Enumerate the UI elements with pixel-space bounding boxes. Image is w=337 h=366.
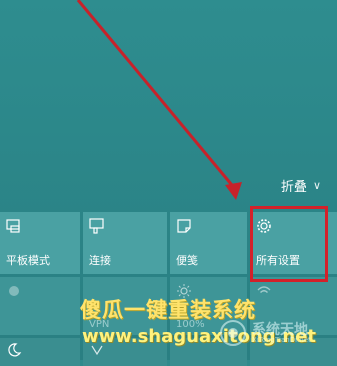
collapse-button[interactable]: 折叠 ∨ xyxy=(281,176,321,195)
logo-icon xyxy=(220,320,246,346)
tile-note[interactable]: 便笺 xyxy=(170,212,247,274)
note-icon xyxy=(177,219,191,233)
tile-tablet-mode[interactable]: 平板模式 xyxy=(0,212,80,274)
tile-note-label: 便笺 xyxy=(176,254,198,267)
watermark-logo: 系统天地 XiTongTianDi.net xyxy=(218,318,328,348)
collapse-label: 折叠 xyxy=(280,180,307,195)
tile-connect-label: 连接 xyxy=(89,254,111,267)
connect-icon xyxy=(89,218,104,234)
wifi-icon xyxy=(257,286,271,293)
moon-icon xyxy=(8,343,22,357)
logo-subtext: XiTongTianDi.net xyxy=(252,336,311,344)
highlight-box xyxy=(250,206,328,282)
tile-connect[interactable]: 连接 xyxy=(83,212,167,274)
chevron-down-icon: ∨ xyxy=(312,179,321,192)
tile-tablet-mode-label: 平板模式 xyxy=(6,254,50,267)
tile-row3-1[interactable] xyxy=(0,338,80,366)
tablet-mode-icon xyxy=(6,219,20,233)
tile-row2-1[interactable] xyxy=(0,277,80,335)
brightness-icon xyxy=(9,286,19,296)
